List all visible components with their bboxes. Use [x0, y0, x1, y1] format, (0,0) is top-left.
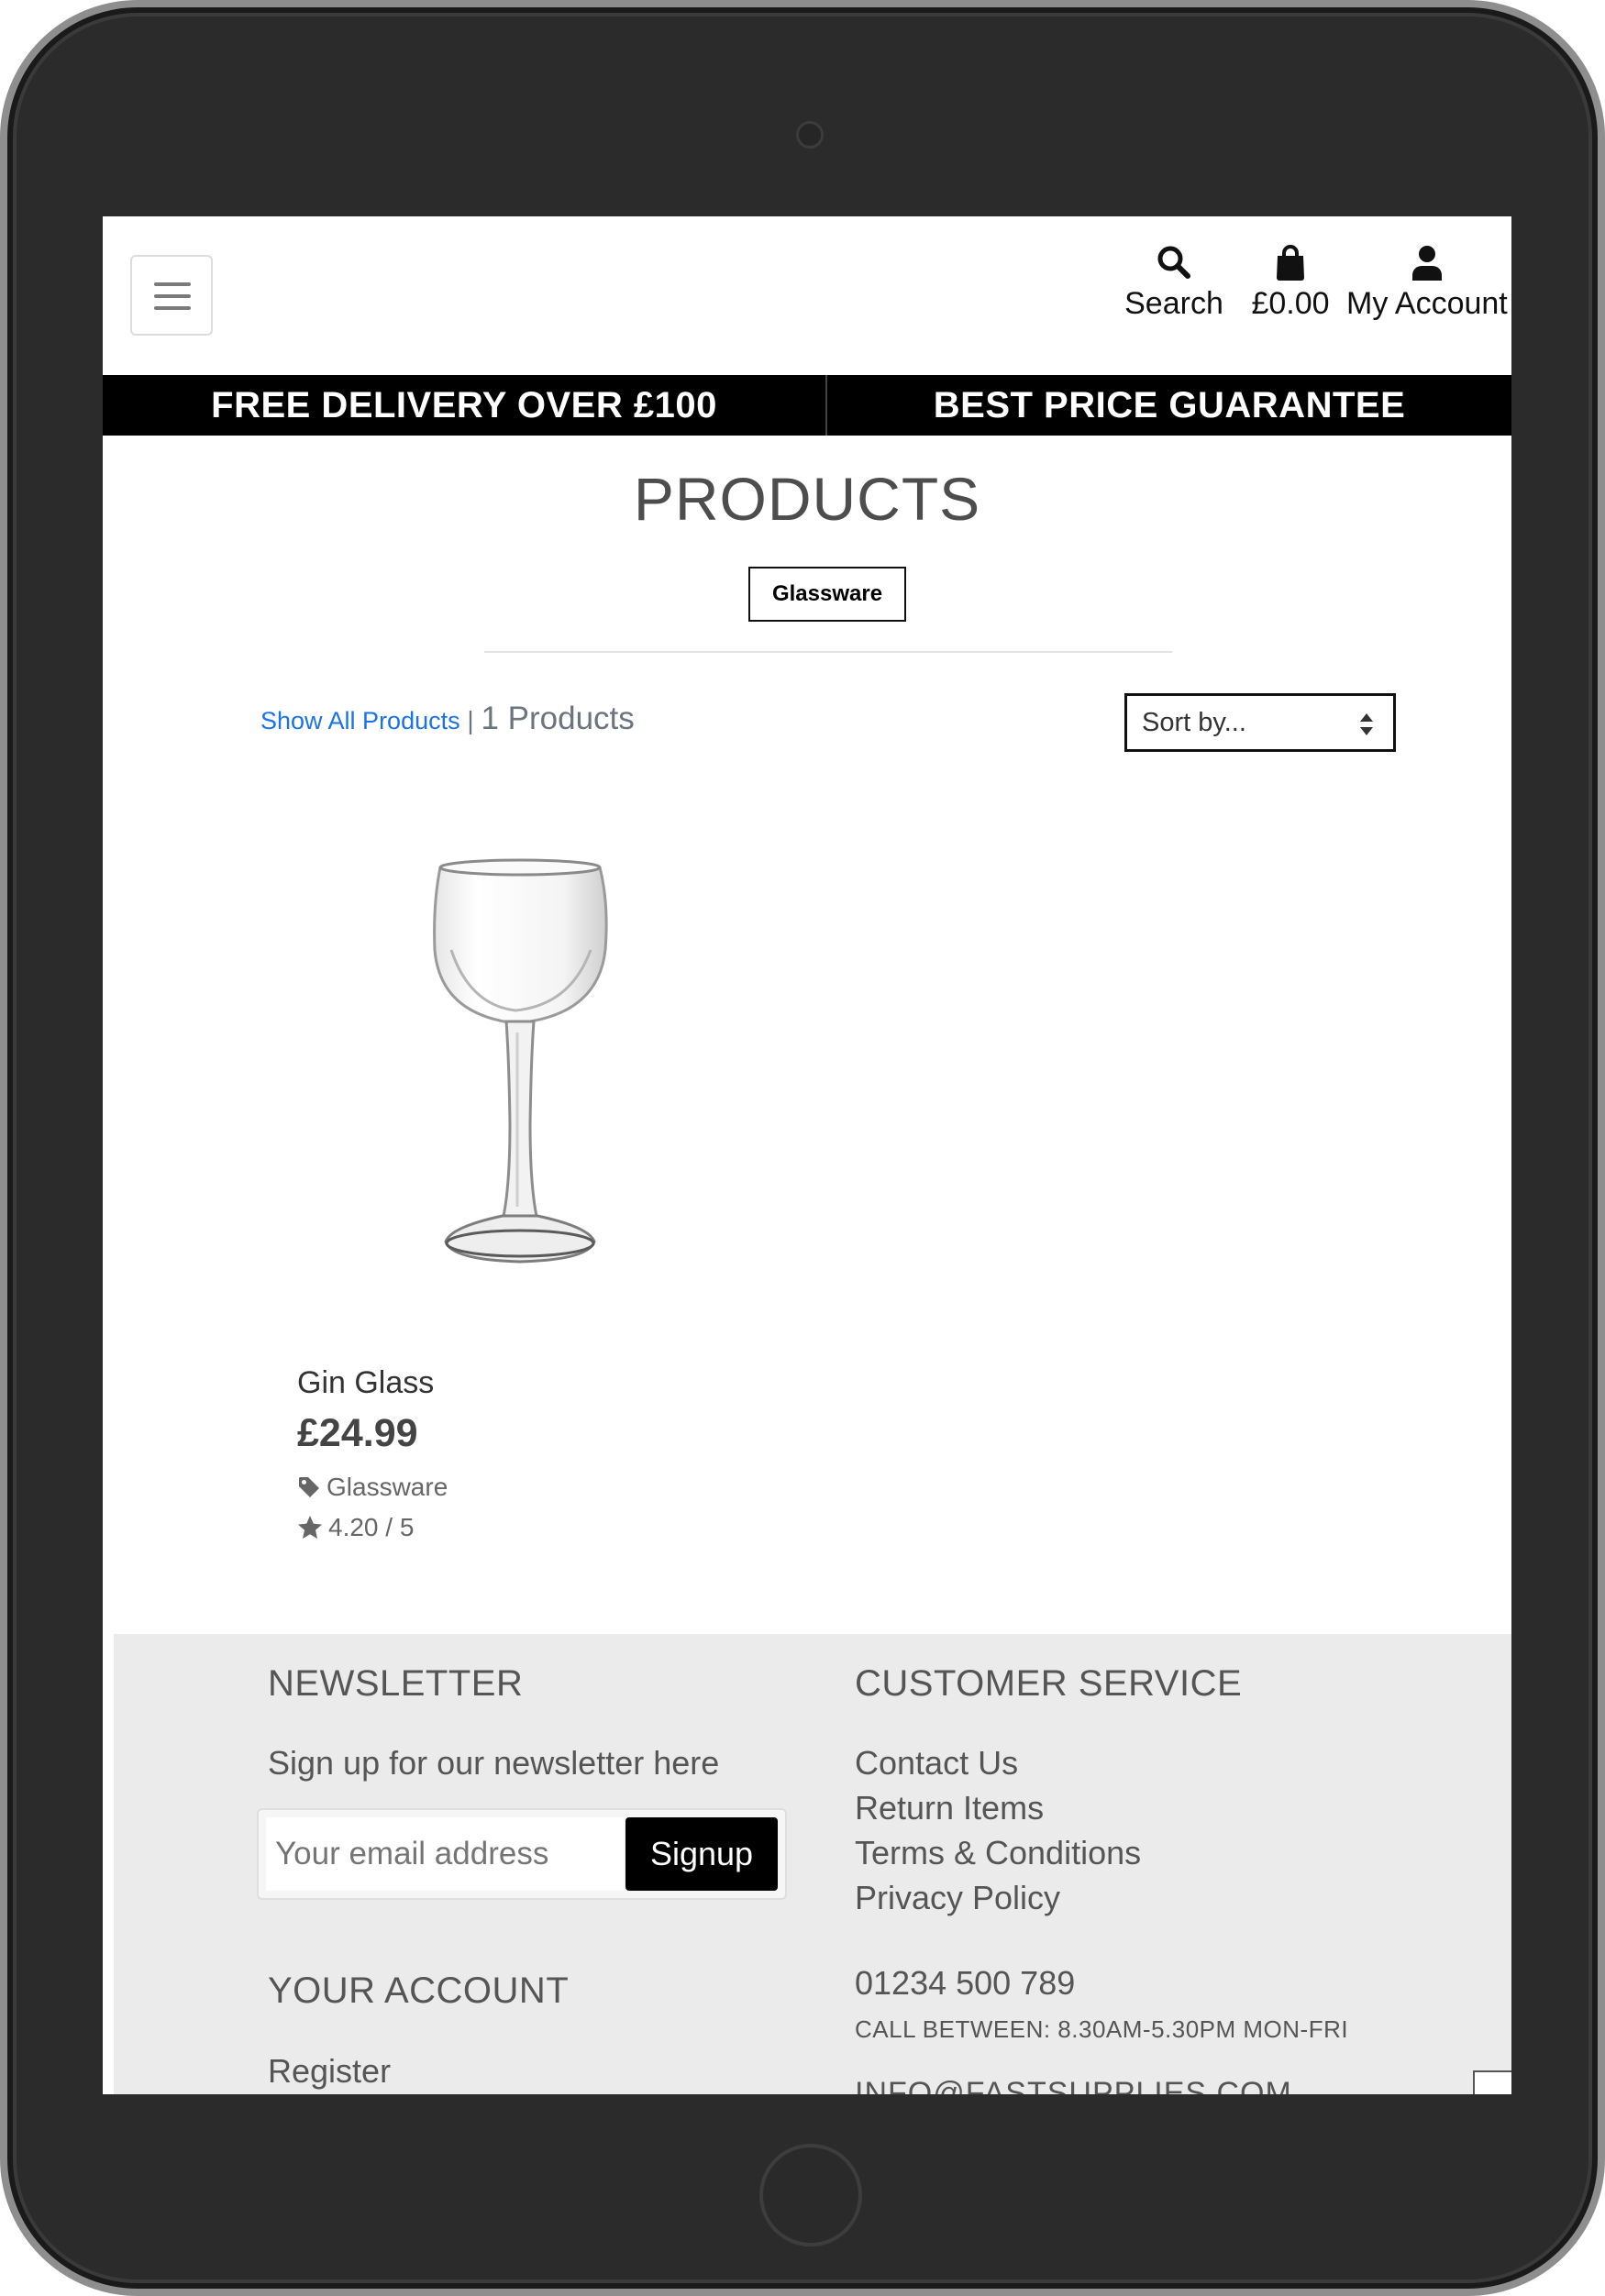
divider [484, 651, 1172, 653]
page-title: PRODUCTS [633, 465, 981, 533]
hamburger-menu-icon[interactable] [130, 255, 213, 336]
account-label: My Account [1346, 286, 1508, 321]
contact-us-link[interactable]: Contact Us [855, 1744, 1018, 1783]
camera-icon [796, 121, 824, 149]
product-rating-value: 4.20 / 5 [328, 1513, 415, 1541]
home-button[interactable] [759, 2144, 862, 2246]
sort-select-value: Sort by... [1142, 707, 1246, 737]
tablet-frame: Search £0.00 My Account FREE DELIVERY OV… [0, 0, 1605, 2296]
your-account-heading: YOUR ACCOUNT [268, 1970, 570, 2011]
site-header: Search £0.00 My Account [103, 216, 1511, 375]
account-nav-item[interactable]: My Account [1346, 244, 1511, 322]
product-category[interactable]: Glassware [297, 1473, 448, 1502]
sort-select[interactable]: Sort by... [1124, 693, 1396, 752]
basket-nav-item[interactable]: £0.00 [1240, 244, 1341, 322]
newsletter-heading: NEWSLETTER [268, 1663, 524, 1704]
back-to-top-button[interactable] [1473, 2070, 1511, 2094]
tag-icon [299, 1477, 319, 1497]
search-icon [1157, 246, 1190, 279]
user-icon [1412, 246, 1442, 281]
newsletter-email-input[interactable] [266, 1817, 624, 1891]
free-delivery-message: FREE DELIVERY OVER £100 [103, 375, 827, 436]
screen: Search £0.00 My Account FREE DELIVERY OV… [103, 216, 1511, 2094]
phone-number[interactable]: 01234 500 789 [855, 1964, 1075, 2003]
search-nav-item[interactable]: Search [1101, 244, 1247, 322]
product-image-gin-glass[interactable] [415, 849, 644, 1280]
select-arrows-icon [1360, 713, 1373, 735]
star-icon [298, 1516, 322, 1539]
shopping-bag-icon [1277, 245, 1304, 281]
product-price: £24.99 [297, 1411, 418, 1455]
customer-service-heading: CUSTOMER SERVICE [855, 1663, 1243, 1704]
newsletter-text: Sign up for our newsletter here [268, 1744, 720, 1782]
separator: | [459, 706, 482, 734]
newsletter-form: Signup [257, 1808, 787, 1900]
price-guarantee-message: BEST PRICE GUARANTEE [933, 384, 1406, 425]
category-filter-badge[interactable]: Glassware [748, 567, 906, 622]
product-count-bar: Show All Products | 1 Products [260, 701, 635, 737]
promo-banner: FREE DELIVERY OVER £100 BEST PRICE GUARA… [103, 375, 1511, 436]
signup-button[interactable]: Signup [625, 1817, 778, 1891]
product-rating: 4.20 / 5 [297, 1513, 414, 1542]
support-email[interactable]: INFO@FASTSUPPLIES.COM [855, 2076, 1292, 2094]
call-hours: CALL BETWEEN: 8.30AM-5.30PM MON-FRI [855, 2015, 1349, 2043]
terms-conditions-link[interactable]: Terms & Conditions [855, 1834, 1141, 1872]
return-items-link[interactable]: Return Items [855, 1789, 1044, 1827]
product-category-label: Glassware [327, 1473, 448, 1501]
show-all-products-link[interactable]: Show All Products [260, 707, 460, 734]
basket-total: £0.00 [1251, 286, 1330, 321]
product-name[interactable]: Gin Glass [297, 1365, 434, 1401]
register-link[interactable]: Register [268, 2052, 391, 2091]
search-label: Search [1124, 286, 1223, 321]
privacy-policy-link[interactable]: Privacy Policy [855, 1879, 1060, 1917]
product-count: 1 Products [481, 701, 635, 736]
